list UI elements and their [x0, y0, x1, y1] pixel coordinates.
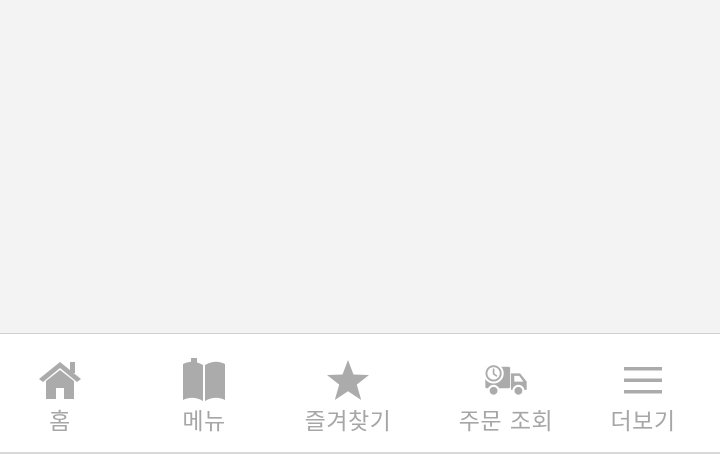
open-book-icon — [180, 356, 228, 404]
tab-favorites-label: 즐겨찾기 — [304, 409, 392, 435]
tab-menu[interactable]: 메뉴 — [132, 334, 276, 453]
star-icon — [324, 356, 372, 404]
tab-order-lookup-label: 주문 조회 — [458, 409, 554, 435]
tab-menu-label: 메뉴 — [182, 409, 226, 435]
delivery-truck-clock-icon — [482, 356, 530, 404]
tab-home-label: 홈 — [49, 409, 71, 435]
tab-home[interactable]: 홈 — [0, 334, 132, 453]
tab-favorites[interactable]: 즐겨찾기 — [276, 334, 420, 453]
home-icon — [36, 356, 84, 404]
main-content-area — [0, 0, 720, 333]
bottom-tab-bar: 홈 메뉴 즐겨찾기 주문 조회 더보기 — [0, 333, 720, 454]
tab-more-label: 더보기 — [610, 409, 676, 435]
app-screen: 홈 메뉴 즐겨찾기 주문 조회 더보기 — [0, 0, 720, 454]
tab-order-lookup[interactable]: 주문 조회 — [434, 334, 578, 453]
tab-more[interactable]: 더보기 — [571, 334, 715, 453]
hamburger-menu-icon — [619, 356, 667, 404]
